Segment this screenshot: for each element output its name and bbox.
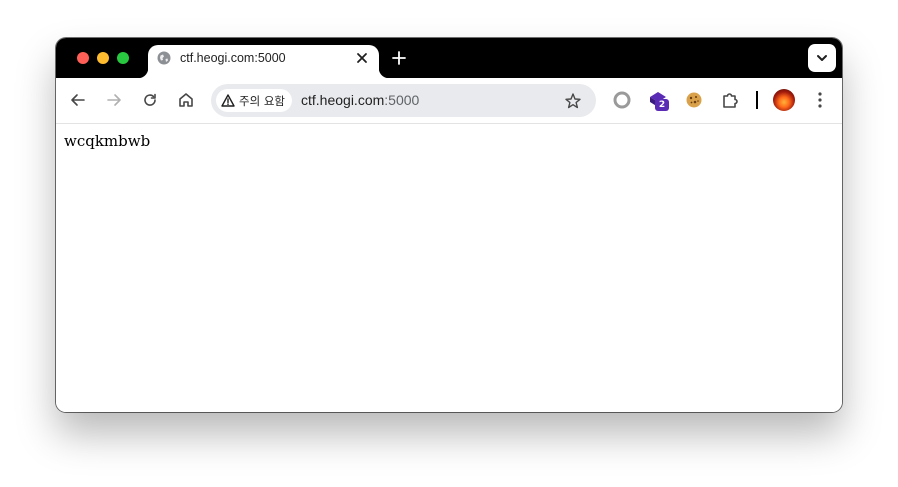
title-bar: ctf.heogi.com:5000 <box>56 38 842 78</box>
browser-window: ctf.heogi.com:5000 주의 요함 ctf.heogi.com:5… <box>56 38 842 412</box>
window-close-button[interactable] <box>77 52 89 64</box>
page-content: wcqkmbwb <box>56 124 842 412</box>
record-extension-icon[interactable] <box>611 89 633 111</box>
url-port: :5000 <box>384 92 420 108</box>
url-text[interactable]: ctf.heogi.com:5000 <box>301 91 419 110</box>
back-arrow-icon[interactable] <box>68 90 88 110</box>
home-icon[interactable] <box>176 90 196 110</box>
window-minimize-button[interactable] <box>97 52 109 64</box>
url-host: ctf.heogi.com <box>301 92 385 108</box>
security-label: 주의 요함 <box>239 93 285 108</box>
close-tab-icon[interactable] <box>354 50 370 66</box>
tab-search-button[interactable] <box>808 44 836 72</box>
toolbar-divider <box>756 91 758 109</box>
warning-icon <box>221 94 235 107</box>
browser-toolbar: 주의 요함 ctf.heogi.com:5000 2 <box>56 78 842 124</box>
forward-arrow-icon[interactable] <box>104 90 124 110</box>
browser-tab[interactable]: ctf.heogi.com:5000 <box>138 45 389 78</box>
security-chip[interactable]: 주의 요함 <box>216 89 292 112</box>
bookmark-star-icon[interactable] <box>564 92 582 110</box>
tab-title: ctf.heogi.com:5000 <box>180 51 286 65</box>
extension-with-badge[interactable]: 2 <box>647 89 669 111</box>
chevron-down-icon <box>817 55 827 61</box>
puzzle-extensions-icon[interactable] <box>719 89 741 111</box>
page-body-text: wcqkmbwb <box>64 132 151 150</box>
cookie-icon[interactable] <box>683 89 705 111</box>
window-maximize-button[interactable] <box>117 52 129 64</box>
new-tab-icon[interactable] <box>391 50 407 66</box>
more-menu-icon[interactable] <box>809 89 831 111</box>
reload-icon[interactable] <box>140 90 160 110</box>
globe-icon <box>157 51 171 65</box>
extension-badge: 2 <box>655 99 669 111</box>
address-bar[interactable]: 주의 요함 ctf.heogi.com:5000 <box>211 84 596 117</box>
profile-avatar[interactable] <box>773 89 795 111</box>
